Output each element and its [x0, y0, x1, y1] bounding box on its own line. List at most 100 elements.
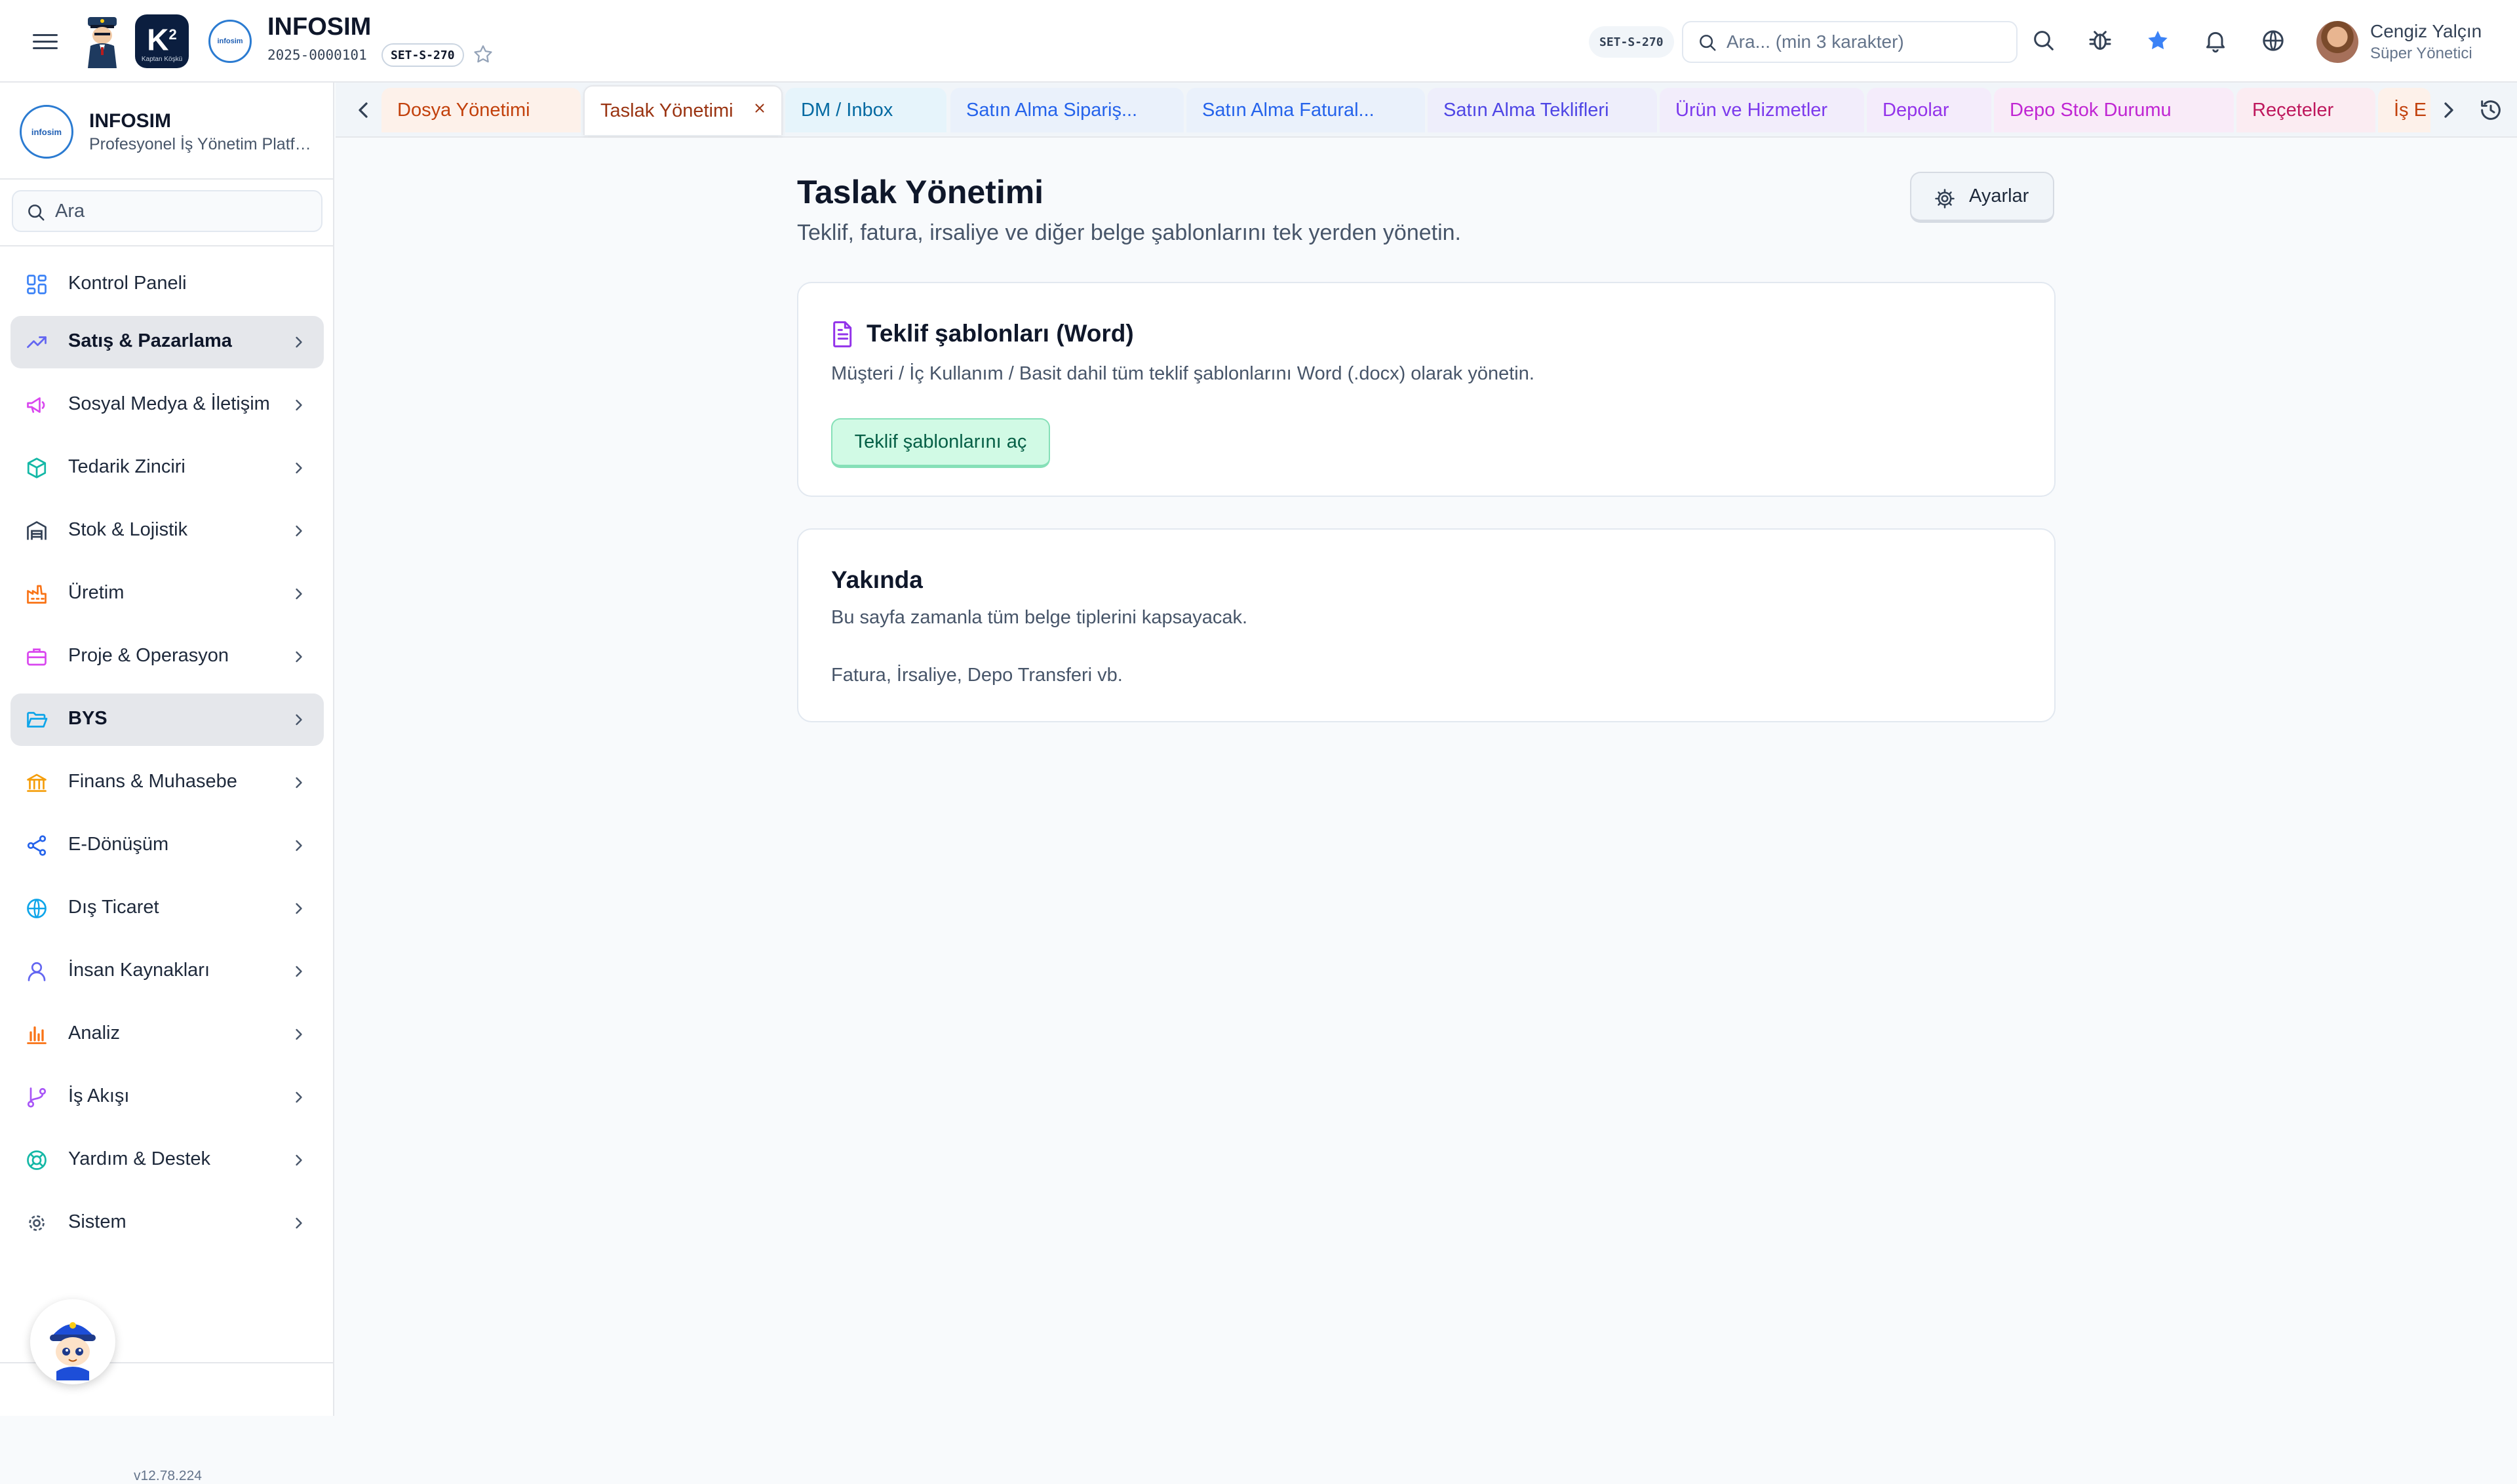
chevron-right-icon	[296, 588, 302, 600]
chevron-right-icon	[296, 462, 302, 474]
bank-icon	[27, 773, 47, 792]
tab-2[interactable]: DM / Inbox	[785, 88, 946, 132]
tab-1[interactable]: Taslak Yönetimi	[583, 85, 783, 135]
sidebar-title: INFOSIM	[89, 110, 171, 132]
sidebar-item-0[interactable]: Kontrol Paneli	[10, 258, 324, 311]
sidebar-item-label: Tedarik Zinciri	[68, 456, 185, 477]
tab-label: DM / Inbox	[801, 99, 893, 121]
tab-9[interactable]: Reçeteler	[2236, 88, 2375, 132]
tab-5[interactable]: Satın Alma Teklifleri	[1428, 88, 1657, 132]
k2-logo[interactable]: K2 Kaptan Köşkü	[135, 14, 189, 68]
chevron-right-icon	[296, 399, 302, 411]
captain-mascot-icon	[88, 17, 117, 68]
tab-4[interactable]: Satın Alma Fatural...	[1186, 88, 1425, 132]
sidebar-item-label: Analiz	[68, 1023, 120, 1044]
set-badge-right: SET-S-270	[1589, 26, 1674, 58]
factory-icon	[27, 585, 47, 604]
gear-icon	[1935, 189, 1955, 208]
sidebar-item-10[interactable]: Dış Ticaret	[10, 882, 324, 935]
tab-label: Ürün ve Hizmetler	[1675, 99, 1828, 121]
close-icon[interactable]	[752, 101, 767, 115]
sidebar-item-5[interactable]: Üretim	[10, 568, 324, 620]
sidebar-item-label: Kontrol Paneli	[68, 273, 187, 294]
user-avatar[interactable]	[2316, 21, 2358, 63]
sidebar-item-14[interactable]: Yardım & Destek	[10, 1134, 324, 1186]
sidebar-item-4[interactable]: Stok & Lojistik	[10, 505, 324, 557]
sidebar-item-1[interactable]: Satış & Pazarlama	[10, 316, 324, 368]
tab-8[interactable]: Depo Stok Durumu	[1994, 88, 2234, 132]
folder-open-icon	[27, 712, 48, 728]
sidebar-item-label: Sistem	[68, 1211, 127, 1232]
tab-10[interactable]: İş E	[2378, 88, 2430, 132]
sidebar-item-6[interactable]: Proje & Operasyon	[10, 631, 324, 683]
brand-code: 2025-0000101	[267, 47, 367, 63]
tabs-scroll-left-icon[interactable]	[350, 97, 376, 123]
sidebar-divider	[0, 178, 334, 180]
sidebar-item-13[interactable]: İş Akışı	[10, 1071, 324, 1123]
global-search-input[interactable]	[1727, 31, 2002, 52]
sidebar-item-label: Dış Ticaret	[68, 897, 159, 918]
bell-icon[interactable]	[2202, 28, 2229, 54]
favorite-star-icon[interactable]	[472, 43, 494, 66]
sidebar-search-input[interactable]	[55, 200, 304, 222]
sidebar-item-label: Yardım & Destek	[68, 1148, 211, 1169]
global-search[interactable]	[1682, 21, 2018, 63]
star-icon[interactable]	[2145, 28, 2171, 54]
assistant-avatar-icon[interactable]	[30, 1299, 115, 1384]
page-subtitle: Teklif, fatura, irsaliye ve diğer belge …	[797, 220, 1461, 245]
sidebar-item-label: İş Akışı	[68, 1085, 130, 1106]
sidebar-item-15[interactable]: Sistem	[10, 1197, 324, 1249]
chevron-right-icon	[296, 651, 302, 663]
search-icon[interactable]	[2031, 28, 2057, 54]
sidebar-item-11[interactable]: İnsan Kaynakları	[10, 945, 324, 998]
gear-icon	[29, 1215, 45, 1231]
sidebar-item-label: Üretim	[68, 582, 125, 603]
tab-6[interactable]: Ürün ve Hizmetler	[1660, 88, 1864, 132]
sidebar-item-8[interactable]: Finans & Muhasebe	[10, 756, 324, 809]
set-badge: SET-S-270	[381, 43, 464, 67]
sidebar-item-7[interactable]: BYS	[10, 693, 324, 746]
globe-icon[interactable]	[2260, 28, 2286, 54]
chevron-right-icon	[296, 1217, 302, 1229]
chevron-right-icon	[296, 903, 302, 914]
sidebar-item-label: E-Dönüşüm	[68, 834, 169, 855]
hamburger-icon[interactable]	[33, 29, 58, 54]
sidebar-item-3[interactable]: Tedarik Zinciri	[10, 442, 324, 494]
bug-icon[interactable]	[2087, 28, 2113, 54]
chevron-right-icon	[296, 525, 302, 537]
card-title: Yakında	[831, 566, 923, 593]
sidebar-item-label: Sosyal Medya & İletişim	[68, 393, 270, 414]
settings-button[interactable]: Ayarlar	[1910, 172, 2054, 223]
brand-title: INFOSIM	[267, 13, 372, 41]
tab-label: Satın Alma Sipariş...	[966, 99, 1138, 121]
open-templates-button[interactable]: Teklif şablonlarını aç	[831, 418, 1050, 468]
tab-label: Dosya Yönetimi	[397, 99, 530, 121]
sidebar-item-label: BYS	[68, 708, 107, 729]
sidebar-item-12[interactable]: Analiz	[10, 1008, 324, 1061]
sidebar-item-label: İnsan Kaynakları	[68, 960, 210, 981]
k2-caption: Kaptan Köşkü	[141, 56, 183, 64]
sidebar-logo[interactable]: infosim	[20, 105, 73, 159]
user-name[interactable]: Cengiz Yalçın	[2370, 21, 2482, 42]
briefcase-icon	[27, 648, 47, 666]
infosim-logo[interactable]: infosim	[208, 20, 252, 63]
search-icon	[1700, 35, 1716, 51]
sidebar-search[interactable]	[12, 190, 322, 232]
trending-up-icon	[27, 336, 47, 348]
tab-3[interactable]: Satın Alma Sipariş...	[950, 88, 1184, 132]
sidebar-item-2[interactable]: Sosyal Medya & İletişim	[10, 379, 324, 431]
sidebar-item-9[interactable]: E-Dönüşüm	[10, 819, 324, 872]
tab-label: İş E	[2394, 99, 2427, 121]
tabs-scroll-right-icon[interactable]	[2436, 97, 2462, 123]
lifebuoy-icon	[27, 1150, 47, 1170]
warehouse-icon	[27, 521, 47, 540]
tab-0[interactable]: Dosya Yönetimi	[381, 88, 581, 132]
settings-label: Ayarlar	[1969, 186, 2029, 206]
history-icon[interactable]	[2478, 97, 2504, 123]
sidebar-subtitle: Profesyonel İş Yönetim Platformu	[89, 135, 312, 153]
user-icon	[28, 962, 46, 981]
chevron-right-icon	[296, 1091, 302, 1103]
tab-7[interactable]: Depolar	[1867, 88, 1991, 132]
card-description: Müşteri / İç Kullanım / Basit dahil tüm …	[831, 363, 1534, 384]
word-templates-card: Teklif şablonları (Word) Müşteri / İç Ku…	[797, 282, 2056, 497]
